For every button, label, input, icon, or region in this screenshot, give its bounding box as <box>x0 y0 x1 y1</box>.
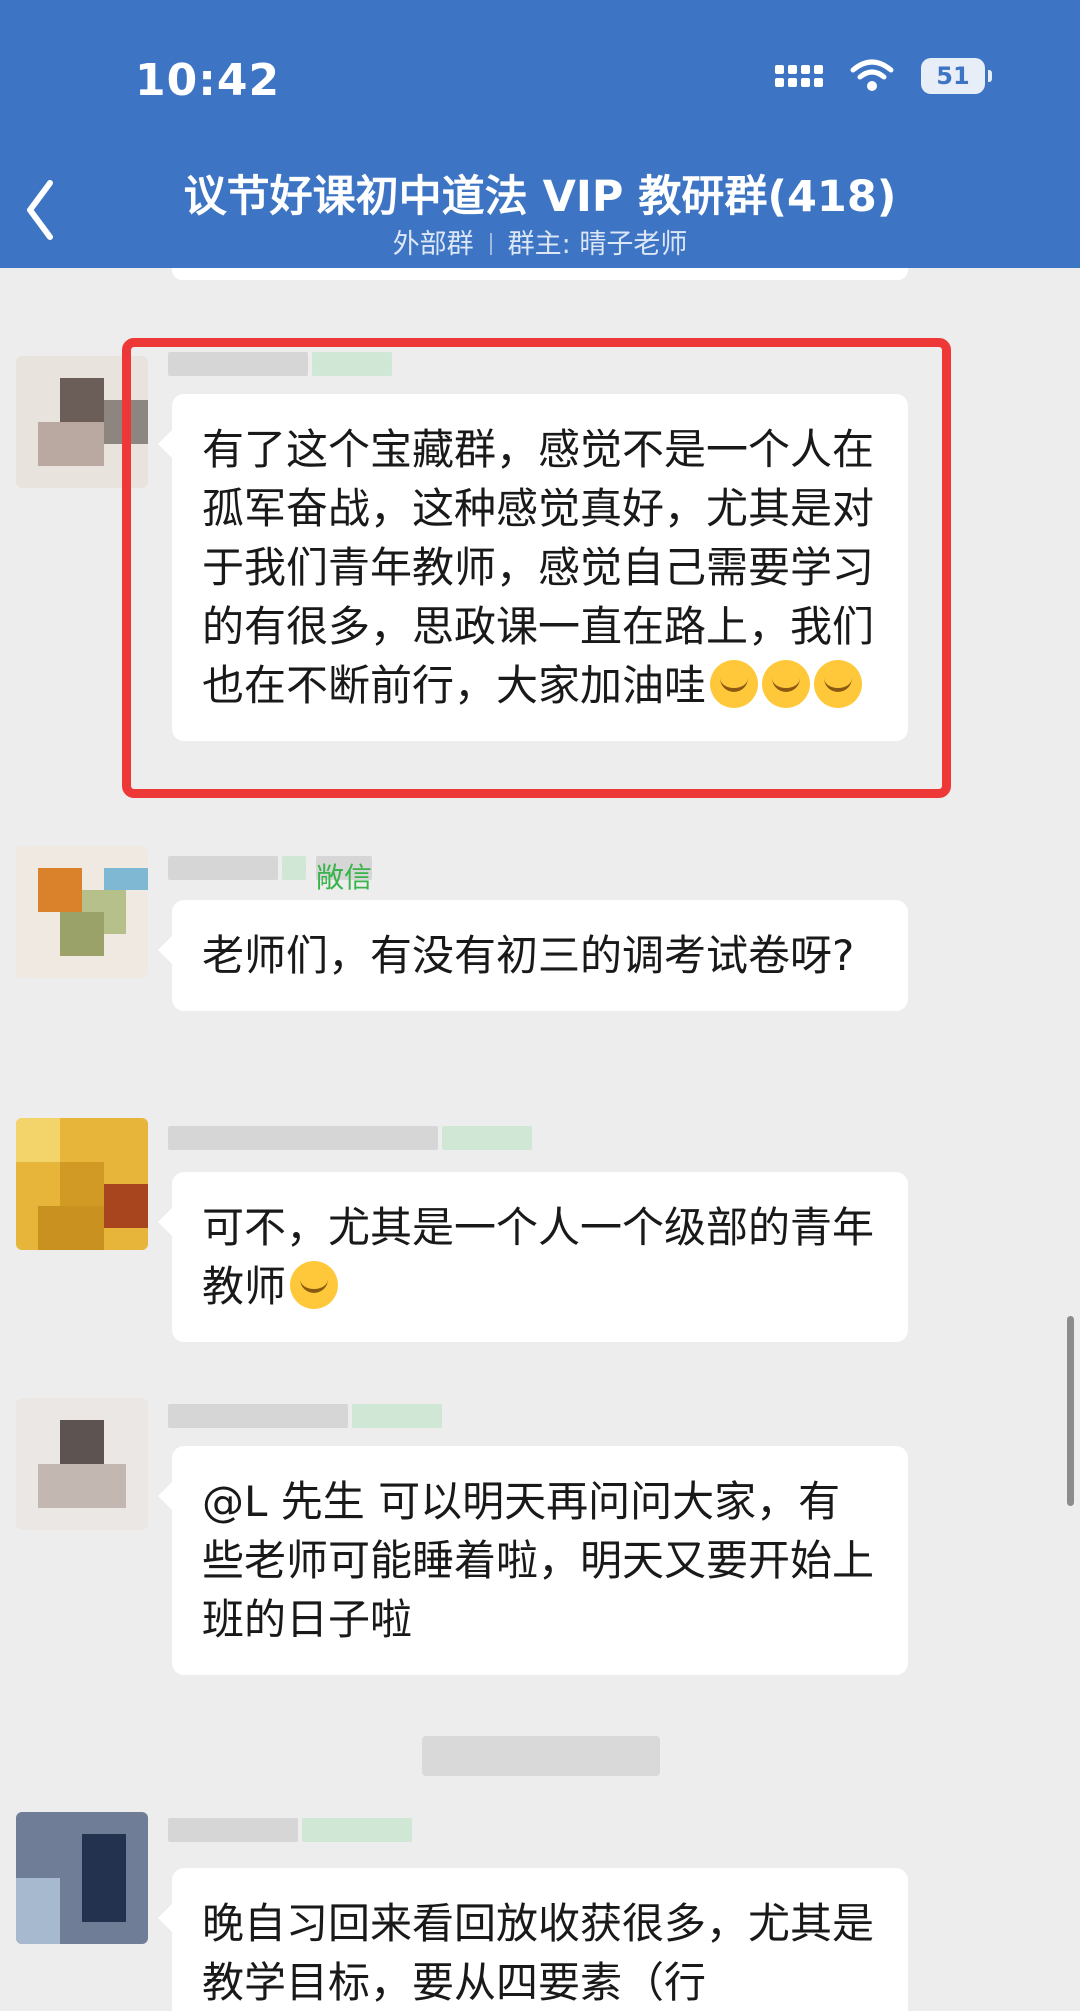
wifi-icon <box>850 59 894 91</box>
battery-icon: 51 <box>921 58 992 94</box>
sender-tag: 敞信 <box>316 856 373 894</box>
partial-message-bubble[interactable] <box>172 268 908 280</box>
message-bubble[interactable]: @L 先生 可以明天再问问大家，有些老师可能睡着啦，明天又要开始上班的日子啦 <box>158 1446 908 1675</box>
message-list[interactable]: 有了这个宝藏群，感觉不是一个人在孤军奋战，这种感觉真好，尤其是对于我们青年教师，… <box>0 268 1080 2011</box>
cellular-signal-icon <box>775 65 823 87</box>
avatar[interactable] <box>16 1812 148 1944</box>
subtitle-separator <box>489 233 492 255</box>
avatar[interactable] <box>16 1118 148 1250</box>
sender-name-blurred <box>168 1124 532 1152</box>
scrollbar[interactable] <box>1067 1316 1074 1506</box>
message-bubble[interactable]: 晚自习回来看回放收获很多，尤其是教学目标，要从四要素（行 <box>158 1868 908 2011</box>
avatar[interactable] <box>16 1398 148 1530</box>
message-text: @L 先生 可以明天再问问大家，有些老师可能睡着啦，明天又要开始上班的日子啦 <box>202 1477 875 1644</box>
message-text: 老师们，有没有初三的调考试卷呀? <box>202 931 855 980</box>
sender-name-blurred: 敞信 <box>168 854 373 894</box>
chat-title[interactable]: 议节好课初中道法 VIP 教研群(418) <box>0 162 1080 224</box>
message-bubble[interactable]: 可不，尤其是一个人一个级部的青年教师 <box>158 1172 908 1342</box>
avatar[interactable] <box>16 846 148 978</box>
timestamp-blurred <box>422 1736 660 1776</box>
message-text: 晚自习回来看回放收获很多，尤其是教学目标，要从四要素（行 <box>202 1899 875 2007</box>
emoji-icon <box>290 1261 339 1309</box>
status-icons: 51 <box>775 58 992 94</box>
chat-subtitle: 外部群 群主: 晴子老师 <box>0 222 1080 261</box>
group-type-label: 外部群 <box>392 229 474 260</box>
status-time: 10:42 <box>135 55 281 106</box>
sender-name-blurred <box>168 1402 442 1430</box>
message-bubble[interactable]: 老师们，有没有初三的调考试卷呀? <box>158 900 908 1011</box>
group-owner-label: 群主: 晴子老师 <box>507 229 688 260</box>
chat-header: 10:42 51 议节好课初中道法 VIP 教研群(418) 外部群 群主: 晴子… <box>0 0 1080 268</box>
highlight-frame <box>122 338 951 798</box>
sender-name-blurred <box>168 1816 412 1844</box>
